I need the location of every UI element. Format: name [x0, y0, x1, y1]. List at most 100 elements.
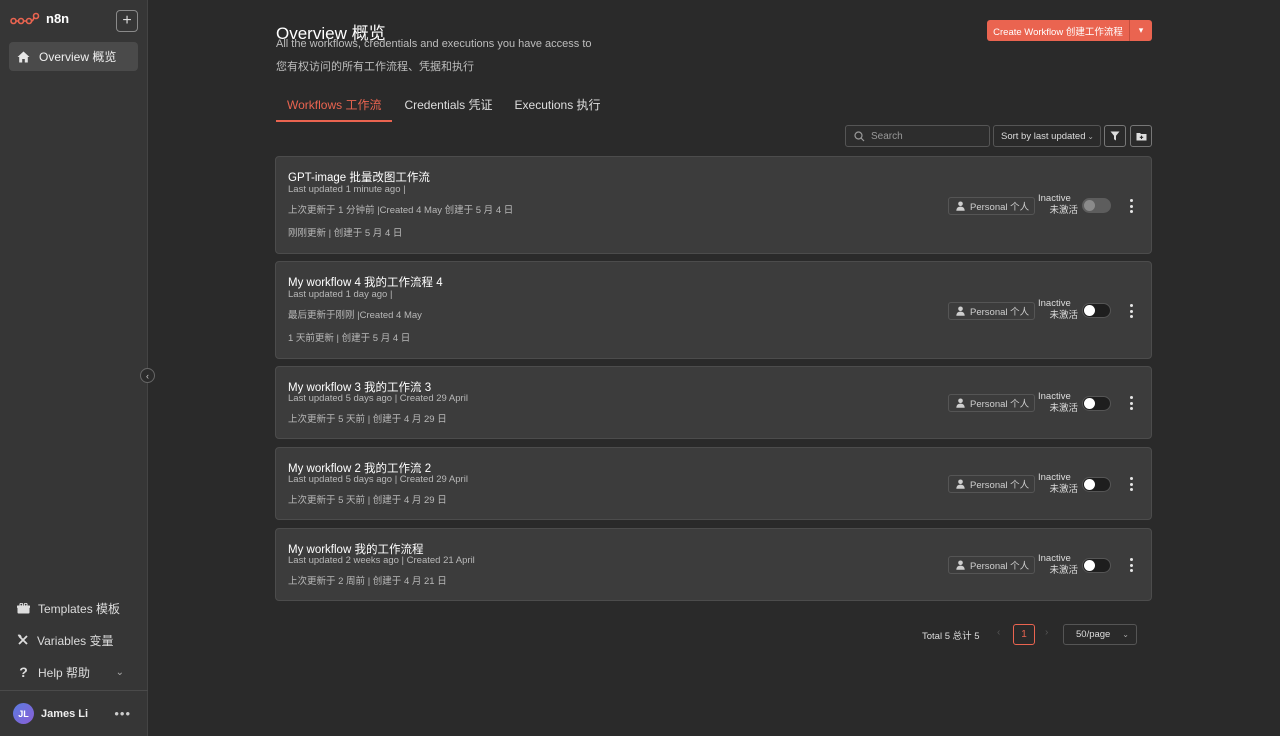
status-en: Inactive — [1038, 193, 1071, 204]
status-zh: 未激活 — [1049, 403, 1078, 414]
user-icon — [956, 479, 965, 489]
workflow-title[interactable]: My workflow 4 我的工作流程 4 — [288, 274, 443, 290]
owner-label: Personal 个人 — [970, 399, 1030, 410]
user-icon — [956, 306, 965, 316]
search-box[interactable] — [845, 125, 990, 147]
chevron-down-icon: ⌄ — [115, 666, 124, 678]
toggle-knob — [1084, 305, 1095, 316]
more-icon[interactable] — [1128, 199, 1134, 213]
help-icon: ? — [19, 664, 28, 680]
workflow-card[interactable]: My workflow 4 我的工作流程 4 Last updated 1 da… — [275, 261, 1152, 359]
page-size-select[interactable]: 50/page ⌄ — [1063, 624, 1137, 645]
sidebar-item-label: Overview 概览 — [39, 50, 117, 64]
search-icon — [854, 130, 865, 141]
sort-select[interactable]: Sort by last updated ⌄ — [993, 125, 1101, 147]
status-zh: 未激活 — [1049, 205, 1078, 216]
chevron-down-icon: ⌄ — [1122, 630, 1129, 639]
owner-badge: Personal 个人 — [948, 197, 1035, 215]
sidebar-item-overview[interactable]: Overview 概览 — [9, 42, 138, 71]
active-toggle[interactable] — [1082, 198, 1111, 213]
user-icon — [956, 560, 965, 570]
more-icon[interactable]: ••• — [114, 706, 131, 721]
owner-badge: Personal 个人 — [948, 556, 1035, 574]
avatar: JL — [13, 703, 34, 724]
owner-label: Personal 个人 — [970, 561, 1030, 572]
status-en: Inactive — [1038, 391, 1071, 402]
pagination-prev-button[interactable]: ‹ — [997, 627, 1000, 638]
status-label: Inactive 未激活 — [1038, 193, 1078, 217]
status-label: Inactive 未激活 — [1038, 553, 1078, 577]
workflow-meta: 刚刚更新 | 创建于 5 月 4 日 — [288, 228, 403, 239]
pagination-page[interactable]: 1 — [1013, 624, 1035, 645]
variable-icon — [17, 634, 28, 645]
chevron-down-icon: ⌄ — [1087, 131, 1094, 141]
workflow-meta: Last updated 2 weeks ago | Created 21 Ap… — [288, 555, 475, 566]
workflow-meta: 上次更新于 1 分钟前 |Created 4 May 创建于 5 月 4 日 — [288, 205, 514, 216]
workflow-card[interactable]: My workflow 2 我的工作流 2 Last updated 5 day… — [275, 447, 1152, 520]
workflow-meta: 上次更新于 5 天前 | 创建于 4 月 29 日 — [288, 495, 447, 506]
tabs: Workflows 工作流 Credentials 凭证 Executions … — [276, 92, 612, 122]
workflow-meta: 上次更新于 5 天前 | 创建于 4 月 29 日 — [288, 414, 447, 425]
sidebar: n8n + Overview 概览 Templates 模板 Variables… — [0, 0, 148, 736]
owner-label: Personal 个人 — [970, 307, 1030, 318]
status-label: Inactive 未激活 — [1038, 298, 1078, 322]
workflow-meta: 最后更新于刚刚 |Created 4 May — [288, 310, 422, 321]
collapse-sidebar-button[interactable]: ‹ — [140, 368, 155, 383]
sidebar-item-label: Variables 变量 — [37, 633, 114, 648]
status-label: Inactive 未激活 — [1038, 391, 1078, 415]
app-name: n8n — [46, 11, 70, 26]
toggle-knob — [1084, 560, 1095, 571]
toggle-knob — [1084, 479, 1095, 490]
more-icon[interactable] — [1128, 304, 1134, 318]
status-en: Inactive — [1038, 298, 1071, 309]
status-en: Inactive — [1038, 472, 1071, 483]
status-zh: 未激活 — [1049, 310, 1078, 321]
n8n-logo[interactable]: n8n — [10, 11, 69, 26]
toggle-knob — [1084, 200, 1095, 211]
active-toggle[interactable] — [1082, 396, 1111, 411]
workflow-card[interactable]: My workflow 我的工作流程 Last updated 2 weeks … — [275, 528, 1152, 601]
user-row[interactable]: JL James Li ••• — [0, 690, 148, 736]
page-subtitle: All the workflows, credentials and execu… — [276, 38, 592, 50]
owner-badge: Personal 个人 — [948, 394, 1035, 412]
more-icon[interactable] — [1128, 558, 1134, 572]
filter-button[interactable] — [1104, 125, 1126, 147]
workflow-card[interactable]: My workflow 3 我的工作流 3 Last updated 5 day… — [275, 366, 1152, 439]
sidebar-item-variables[interactable]: Variables 变量 — [0, 628, 148, 652]
workflow-title[interactable]: GPT-image 批量改图工作流 — [288, 169, 430, 185]
search-input[interactable] — [871, 130, 981, 142]
owner-label: Personal 个人 — [970, 202, 1030, 213]
workflow-meta: 1 天前更新 | 创建于 5 月 4 日 — [288, 333, 411, 344]
sort-label: Sort by last updated — [1001, 130, 1086, 142]
user-name: James Li — [41, 707, 89, 720]
user-icon — [956, 398, 965, 408]
status-zh: 未激活 — [1049, 484, 1078, 495]
workflow-meta: Last updated 1 day ago | — [288, 289, 393, 300]
page-size-label: 50/page — [1076, 629, 1111, 640]
tab-executions[interactable]: Executions 执行 — [504, 92, 612, 122]
pagination-next-button[interactable]: › — [1045, 627, 1048, 638]
owner-badge: Personal 个人 — [948, 302, 1035, 320]
sidebar-item-help[interactable]: ? Help 帮助 ⌄ — [0, 660, 148, 684]
workflow-meta: Last updated 5 days ago | Created 29 Apr… — [288, 393, 468, 404]
more-icon[interactable] — [1128, 396, 1134, 410]
tab-workflows[interactable]: Workflows 工作流 — [276, 92, 393, 122]
user-icon — [956, 201, 965, 211]
more-icon[interactable] — [1128, 477, 1134, 491]
active-toggle[interactable] — [1082, 558, 1111, 573]
workflow-card[interactable]: GPT-image 批量改图工作流 Last updated 1 minute … — [275, 156, 1152, 254]
owner-label: Personal 个人 — [970, 480, 1030, 491]
create-workflow-label[interactable]: Create Workflow 创建工作流程 — [987, 20, 1130, 41]
status-label: Inactive 未激活 — [1038, 472, 1078, 496]
create-workflow-button[interactable]: Create Workflow 创建工作流程 ▾ — [987, 20, 1152, 41]
workflow-meta: Last updated 5 days ago | Created 29 Apr… — [288, 474, 468, 485]
new-folder-button[interactable] — [1130, 125, 1152, 147]
add-button[interactable]: + — [116, 10, 138, 32]
gift-icon — [17, 602, 30, 613]
folder-plus-icon — [1136, 132, 1146, 140]
active-toggle[interactable] — [1082, 477, 1111, 492]
active-toggle[interactable] — [1082, 303, 1111, 318]
tab-credentials[interactable]: Credentials 凭证 — [393, 92, 503, 122]
sidebar-item-templates[interactable]: Templates 模板 — [0, 596, 148, 620]
chevron-down-icon[interactable]: ▾ — [1130, 20, 1152, 41]
